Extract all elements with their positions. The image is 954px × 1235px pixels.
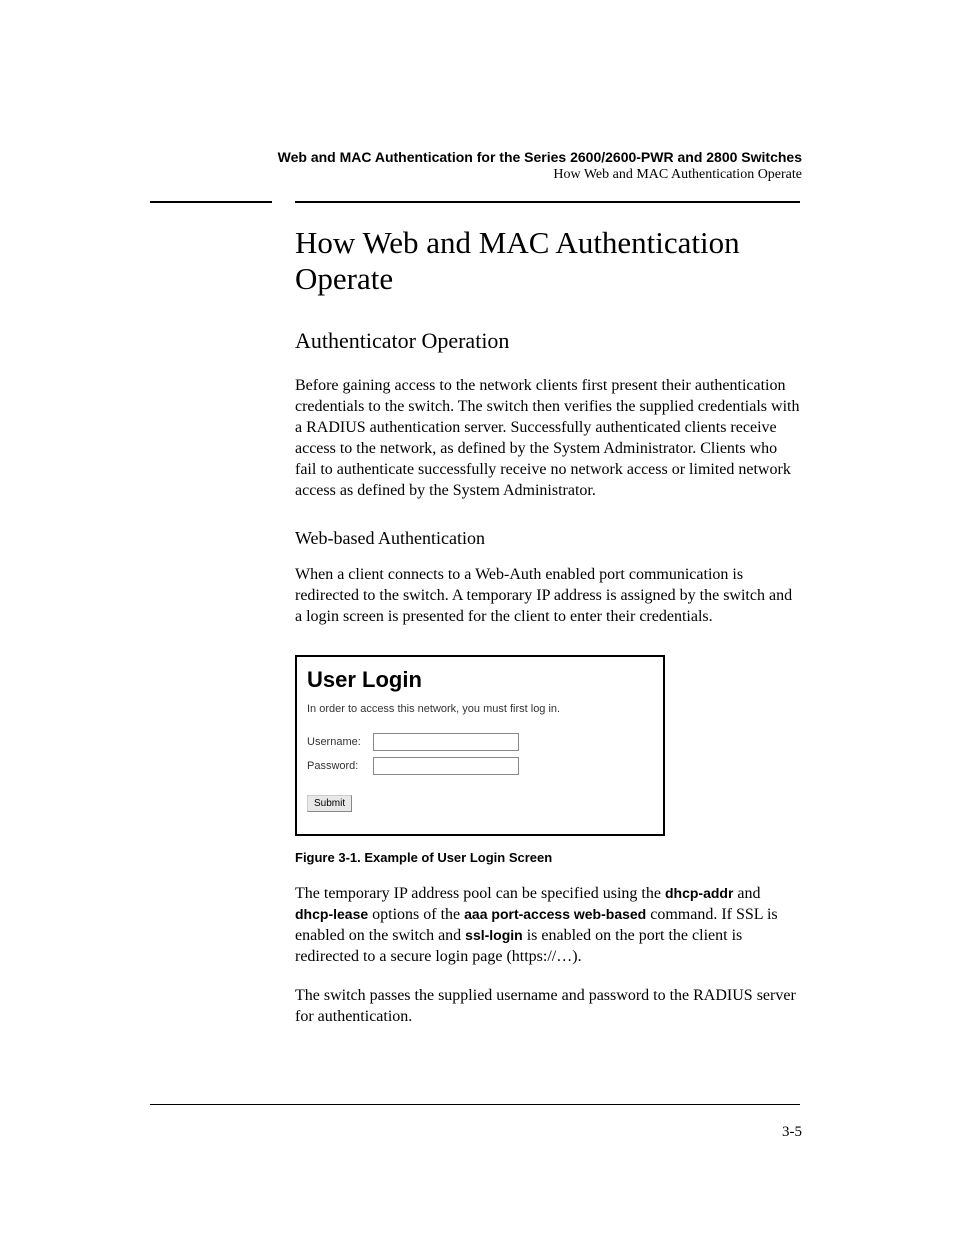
page-number: 3-5 [782,1124,802,1141]
p3-pre: The temporary IP address pool can be spe… [295,885,665,902]
p3-bold-aaa: aaa port-access web-based [464,906,646,922]
password-row: Password: [307,757,653,775]
paragraph-options: The temporary IP address pool can be spe… [295,883,800,967]
login-subtitle: In order to access this network, you mus… [307,703,653,715]
p3-bold-ssl: ssl-login [465,927,523,943]
heading-h2: Authenticator Operation [295,327,800,355]
p3-mid1: and [733,885,760,902]
username-label: Username: [307,736,373,748]
heading-h3: Web-based Authentication [295,526,800,550]
paragraph-radius: The switch passes the supplied username … [295,985,800,1027]
password-input[interactable] [373,757,519,775]
paragraph-intro: Before gaining access to the network cli… [295,375,800,501]
running-header-chapter: Web and MAC Authentication for the Serie… [278,148,802,166]
page: Web and MAC Authentication for the Serie… [0,0,954,1235]
figure-login-box: User Login In order to access this netwo… [295,655,665,836]
p3-bold-dhcp-addr: dhcp-addr [665,885,733,901]
header-rule-long [295,201,800,203]
p3-mid2: options of the [368,906,464,923]
content-column: How Web and MAC Authentication Operate A… [295,225,800,1045]
p3-bold-dhcp-lease: dhcp-lease [295,906,368,922]
paragraph-webauth: When a client connects to a Web-Auth ena… [295,564,800,627]
login-title: User Login [307,667,653,693]
submit-button[interactable]: Submit [307,795,352,812]
username-input[interactable] [373,733,519,751]
username-row: Username: [307,733,653,751]
figure-caption: Figure 3-1. Example of User Login Screen [295,850,800,865]
running-header-section: How Web and MAC Authentication Operate [278,166,802,184]
header-rule-short [150,201,272,203]
footer-rule [150,1104,800,1105]
running-header: Web and MAC Authentication for the Serie… [278,148,802,184]
heading-h1: How Web and MAC Authentication Operate [295,225,800,297]
password-label: Password: [307,760,373,772]
